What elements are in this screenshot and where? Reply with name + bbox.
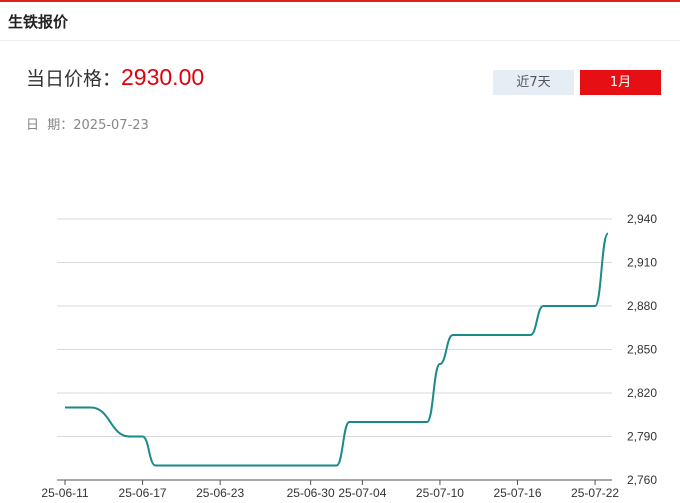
panel-title: 生铁报价: [8, 13, 69, 31]
price-value: 2930.00: [121, 64, 205, 90]
y-tick-label: 2,760: [627, 473, 657, 487]
range-1-month-button[interactable]: 1月: [580, 70, 661, 95]
price-label: 当日价格：: [26, 68, 122, 90]
date-value: 2025-07-23: [73, 118, 149, 133]
y-tick-label: 2,820: [627, 386, 657, 400]
y-tick-label: 2,910: [627, 256, 657, 270]
x-tick-label: 25-07-04: [338, 486, 386, 500]
x-tick-label: 25-06-17: [119, 486, 167, 500]
x-tick-label: 25-07-22: [571, 486, 619, 500]
date-label: 日 期：: [26, 118, 74, 133]
y-tick-label: 2,940: [627, 212, 657, 226]
title-divider: [0, 40, 680, 41]
y-tick-label: 2,850: [627, 343, 657, 357]
x-tick-label: 25-06-30: [287, 486, 335, 500]
price-line-chart: 2,760 2,790 2,820 2,850 2,880 2,910 2,940 25-06…: [41, 212, 657, 500]
y-tick-label: 2,880: [627, 299, 657, 313]
x-tick-label: 25-07-16: [493, 486, 541, 500]
x-tick-label: 25-06-23: [196, 486, 244, 500]
top-accent-line: [0, 0, 680, 2]
price-date: 日 期：2025-07-23: [26, 114, 149, 133]
x-tick-label: 25-07-10: [416, 486, 464, 500]
range-7-days-button[interactable]: 近7天: [493, 70, 574, 95]
current-price: 当日价格：2930.00: [26, 64, 204, 91]
x-tick-label: 25-06-11: [41, 486, 88, 500]
y-tick-label: 2,790: [627, 430, 657, 444]
